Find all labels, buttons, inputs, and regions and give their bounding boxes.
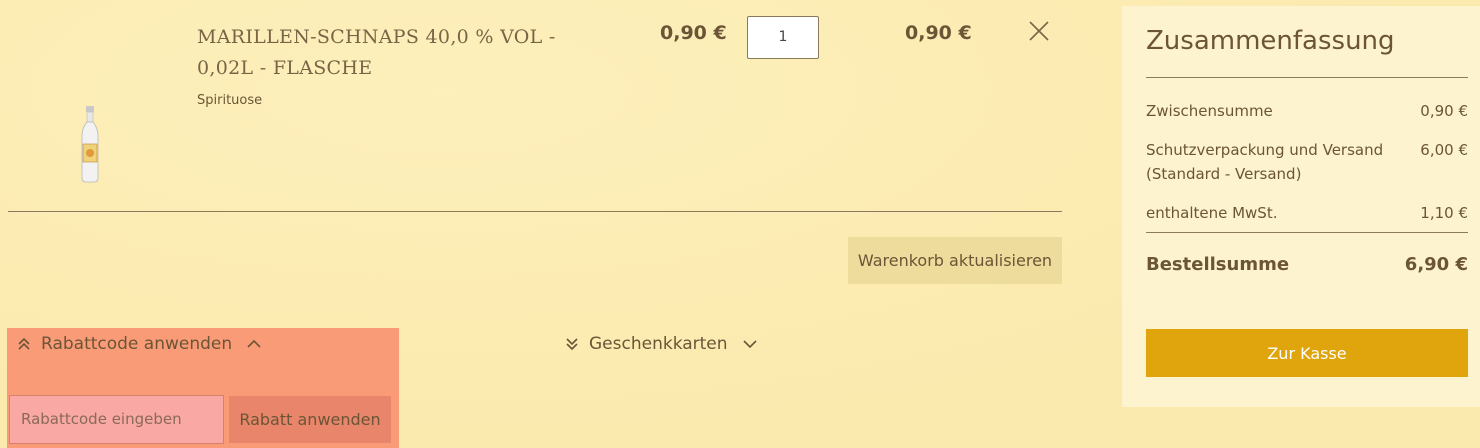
tax-value: 1,10 € — [1420, 204, 1468, 222]
summary-total-divider — [1146, 232, 1468, 233]
cart-divider — [8, 211, 1062, 212]
row-total: 0,90 € — [905, 22, 972, 44]
apply-discount-button[interactable]: Rabatt anwenden — [229, 396, 391, 443]
giftcards-toggle[interactable]: Geschenkkarten — [565, 334, 758, 354]
summary-title: Zusammenfassung — [1146, 26, 1395, 56]
discount-code-input[interactable]: Rabattcode eingeben — [9, 395, 224, 444]
order-total-value: 6,90 € — [1404, 254, 1468, 275]
summary-title-divider — [1146, 77, 1468, 78]
double-chevron-up-icon — [18, 337, 30, 350]
chevron-up-icon — [247, 339, 261, 348]
chevron-down-icon — [742, 340, 757, 349]
product-category: Spirituose — [197, 93, 263, 108]
subtotal-value: 0,90 € — [1420, 102, 1468, 120]
product-name[interactable]: MARILLEN-SCHNAPS 40,0 % VOL - 0,02L - FL… — [197, 22, 617, 84]
discount-toggle-label: Rabattcode anwenden — [41, 334, 233, 354]
shipping-label: Schutzverpackung und Versand (Standard -… — [1146, 141, 1384, 183]
product-image — [78, 106, 102, 184]
quantity-input[interactable]: 1 — [747, 16, 819, 59]
close-icon — [1029, 21, 1049, 41]
giftcards-toggle-label: Geschenkkarten — [589, 334, 728, 354]
remove-item-button[interactable] — [1028, 20, 1050, 42]
discount-toggle[interactable]: Rabattcode anwenden — [17, 334, 262, 354]
shipping-value: 6,00 € — [1420, 141, 1468, 159]
order-total-label: Bestellsumme — [1146, 254, 1290, 275]
subtotal-label: Zwischensumme — [1146, 102, 1273, 120]
tax-label: enthaltene MwSt. — [1146, 204, 1278, 222]
double-chevron-down-icon — [566, 338, 578, 351]
unit-price: 0,90 € — [660, 22, 727, 44]
bottle-icon — [81, 106, 99, 183]
checkout-button[interactable]: Zur Kasse — [1146, 329, 1468, 377]
update-cart-button[interactable]: Warenkorb aktualisieren — [848, 237, 1062, 284]
